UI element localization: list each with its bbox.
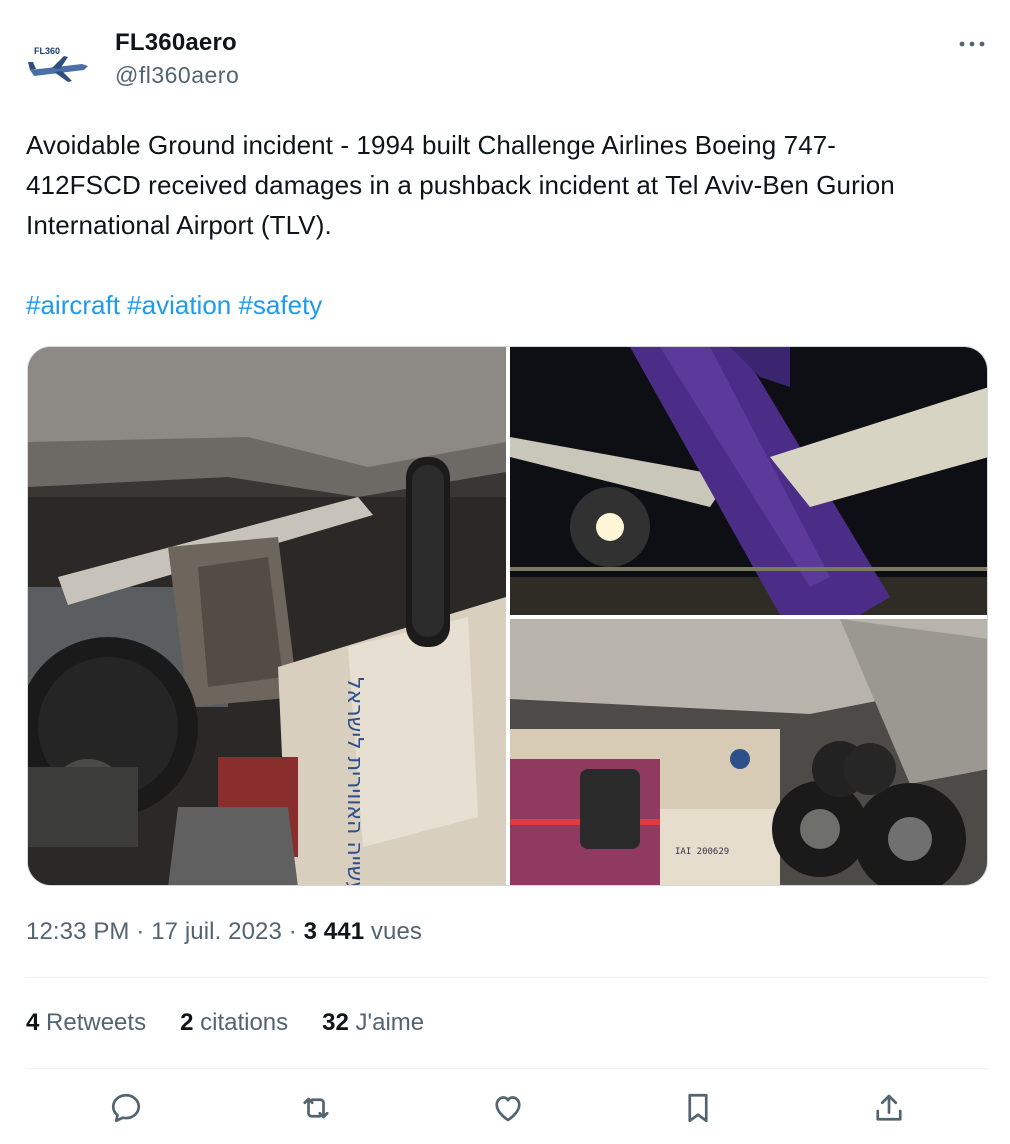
hashtag-safety[interactable]: #safety — [238, 290, 322, 320]
tweet-time[interactable]: 12:33 PM — [26, 918, 130, 945]
author-info: FL360aero @fl360aero — [115, 28, 239, 92]
action-bar — [26, 1084, 988, 1134]
photo-tug-under-wing[interactable]: התעשייה האווירית לישראל — [28, 347, 506, 886]
hashtag-aircraft[interactable]: #aircraft — [26, 290, 120, 320]
bookmark-button[interactable] — [678, 1088, 718, 1128]
heart-icon — [495, 1096, 521, 1122]
meta-separator: · — [288, 918, 297, 945]
quotes-count: 2 — [180, 1009, 194, 1036]
views-count: 3 441 — [303, 918, 365, 945]
avatar[interactable]: FL360 — [24, 26, 94, 96]
retweet-icon — [303, 1097, 329, 1119]
share-icon — [876, 1094, 902, 1121]
media-grid: התעשייה האווירית לישראל IAI 200629 — [27, 346, 988, 886]
likes-count: 32 — [322, 1009, 349, 1036]
views-label: vues — [370, 918, 423, 945]
likes-label: J'aime — [355, 1009, 425, 1036]
divider — [26, 977, 988, 978]
tug-plate-text: IAI 200629 — [675, 847, 729, 857]
hashtag-aviation[interactable]: #aviation — [127, 290, 231, 320]
photo-tug-cabin[interactable]: IAI 200629 — [510, 619, 987, 885]
reply-icon — [111, 1093, 141, 1123]
retweet-button[interactable] — [296, 1088, 336, 1128]
display-name[interactable]: FL360aero — [115, 28, 239, 58]
reply-button[interactable] — [106, 1088, 146, 1128]
more-icon — [959, 41, 985, 47]
more-button[interactable] — [958, 32, 986, 56]
tweet-header: FL360 FL360aero @fl360aero — [24, 26, 986, 96]
hashtag-list: #aircraft #aviation #safety — [26, 285, 322, 325]
retweets-label: Retweets — [46, 1009, 147, 1036]
share-button[interactable] — [869, 1088, 909, 1128]
engagement-stats: 4 Retweets 2 citations 32 J'aime — [26, 1004, 424, 1042]
divider — [26, 1068, 988, 1069]
retweets-count: 4 — [26, 1009, 40, 1036]
retweets-stat[interactable]: 4 Retweets — [26, 1004, 146, 1042]
photo-purple-tail[interactable] — [510, 347, 987, 615]
like-button[interactable] — [488, 1088, 528, 1128]
tweet-body: Avoidable Ground incident - 1994 built C… — [26, 130, 895, 240]
user-handle[interactable]: @fl360aero — [115, 58, 239, 92]
avatar-logo-text: FL360 — [34, 46, 60, 56]
tweet-text: Avoidable Ground incident - 1994 built C… — [26, 125, 986, 245]
tweet-meta: 12:33 PM · 17 juil. 2023 · 3 441 vues — [26, 913, 422, 951]
likes-stat[interactable]: 32 J'aime — [322, 1004, 424, 1042]
quotes-stat[interactable]: 2 citations — [180, 1004, 288, 1042]
tug-sign-text: התעשייה האווירית לישראל — [342, 677, 367, 886]
quotes-label: citations — [200, 1009, 289, 1036]
tweet-date[interactable]: 17 juil. 2023 — [151, 918, 282, 945]
bookmark-icon — [688, 1093, 708, 1123]
meta-separator: · — [136, 918, 145, 945]
